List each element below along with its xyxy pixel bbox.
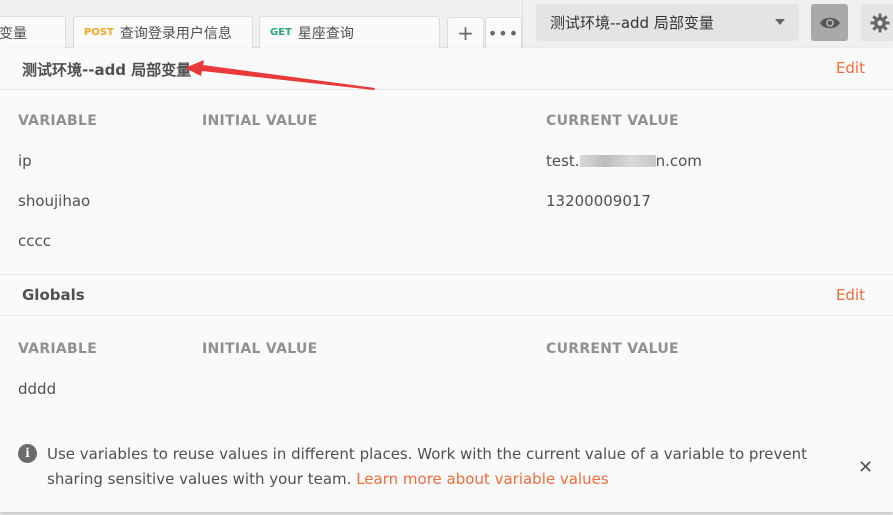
globals-title: Globals (22, 286, 85, 304)
edit-environment-link[interactable]: Edit (836, 59, 865, 77)
environment-quick-look-button[interactable] (811, 4, 848, 41)
close-icon[interactable]: ✕ (858, 457, 873, 478)
column-header-initial-value: INITIAL VALUE (202, 341, 318, 357)
more-tabs-button[interactable]: ••• (485, 17, 522, 48)
environment-quick-look-panel: 测试环境--add 局部变量 Edit VARIABLE INITIAL VAL… (0, 48, 893, 513)
method-badge: POST (84, 27, 114, 38)
plus-icon: + (457, 21, 474, 45)
learn-more-link[interactable]: Learn more about variable values (356, 470, 608, 488)
column-header-current-value: CURRENT VALUE (546, 341, 679, 357)
current-value-prefix: test. (546, 152, 580, 170)
gear-icon (870, 13, 889, 32)
environment-title: 测试环境--add 局部变量 (22, 61, 192, 79)
request-tab[interactable]: POST 查询登录用户信息 (73, 16, 253, 48)
variable-name: ip (18, 152, 32, 170)
request-tab[interactable]: 变量 (0, 16, 66, 48)
column-header-current-value: CURRENT VALUE (546, 113, 679, 129)
variable-name: dddd (18, 380, 57, 398)
environment-toolbar: 测试环境--add 局部变量 (522, 0, 893, 48)
more-icon: ••• (487, 23, 520, 43)
method-badge: GET (270, 27, 292, 38)
environment-select[interactable]: 测试环境--add 局部变量 (536, 4, 799, 41)
chevron-down-icon (775, 19, 785, 25)
current-value: 13200009017 (546, 192, 651, 210)
info-message: Use variables to reuse values in differe… (47, 442, 837, 492)
request-tab[interactable]: GET 星座查询 (259, 16, 440, 48)
info-icon: i (18, 444, 37, 463)
tab-label: 变量 (0, 25, 27, 42)
tab-label: 查询登录用户信息 (119, 25, 232, 42)
current-value: test. n.com (546, 152, 702, 170)
edit-globals-link[interactable]: Edit (836, 286, 865, 304)
column-header-initial-value: INITIAL VALUE (202, 113, 318, 129)
column-header-variable: VARIABLE (18, 341, 98, 357)
new-tab-button[interactable]: + (447, 17, 484, 48)
variable-name: shoujihao (18, 192, 91, 210)
manage-environments-button[interactable] (861, 4, 893, 41)
column-header-variable: VARIABLE (18, 113, 98, 129)
tab-label: 星座查询 (297, 25, 354, 42)
eye-icon (819, 17, 840, 28)
environment-selected-label: 测试环境--add 局部变量 (550, 14, 714, 32)
request-tab-bar: 变量 POST 查询登录用户信息 GET 星座查询 + ••• (0, 0, 522, 48)
redacted-text (579, 154, 656, 167)
app-root: 变量 POST 查询登录用户信息 GET 星座查询 + ••• 测试环境--ad… (0, 0, 893, 515)
current-value-suffix: n.com (655, 152, 702, 170)
variable-name: cccc (18, 232, 51, 250)
environment-section-header: 测试环境--add 局部变量 Edit (0, 48, 893, 90)
globals-section-header: Globals Edit (0, 274, 893, 316)
